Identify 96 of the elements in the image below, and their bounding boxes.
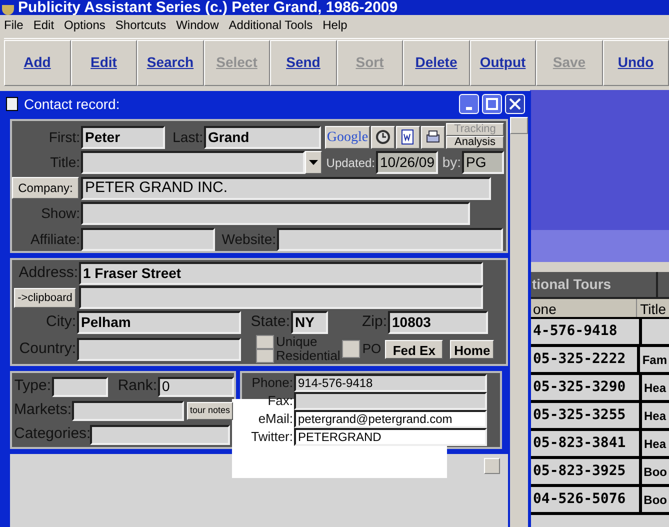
toolbar-button[interactable]: Delete [403,40,470,86]
field-label: by: [441,153,462,172]
menu-item[interactable]: Help [322,16,348,34]
input-field[interactable]: Peter [81,126,165,148]
column-header[interactable]: Title [637,299,669,317]
input-field[interactable]: 1 Fraser Street [79,262,483,286]
field-label: Categories: [14,424,90,444]
field-label: Last: [172,128,204,146]
input-field[interactable]: PETERGRAND [294,428,487,446]
toolbar-button[interactable]: Edit [70,40,137,86]
input-field[interactable]: NY [291,310,328,334]
close-button[interactable] [505,94,525,114]
home-button[interactable]: Home [450,340,494,359]
checkbox[interactable] [256,335,274,350]
menu-item[interactable]: File [4,16,24,34]
table-cell-text: Hea [643,408,668,424]
input-field[interactable]: 0 [158,376,234,396]
tour-notes-button[interactable]: tour notes [187,402,233,420]
window-title: Contact record: [24,94,121,114]
maximize-button[interactable] [482,94,502,114]
clock-icon [375,129,391,145]
document-icon [6,97,18,111]
field-label: Rank: [116,376,158,396]
field-label: Website: [220,230,277,249]
checkbox[interactable] [342,340,360,358]
input-field[interactable] [81,151,305,174]
table-cell-text: Fam [641,352,668,368]
field-label: Country: [18,339,77,360]
input-field[interactable] [77,338,241,361]
input-field[interactable] [81,202,470,226]
field-label: City: [45,312,77,332]
table-cell-text: Hea [643,380,668,396]
input-field[interactable] [79,286,483,310]
app-icon [2,5,14,15]
field-label: Type: [14,376,52,396]
field-label: Phone: [250,375,294,391]
document-icon [400,129,416,145]
input-field[interactable] [277,228,503,251]
menu-item[interactable]: Window [176,16,219,34]
input-field[interactable]: Grand [204,126,321,148]
printer-icon [425,129,441,145]
checkbox-label: Residential [276,349,340,364]
analysis-button[interactable]: Analysis [446,136,504,149]
minimize-button[interactable] [459,94,479,114]
toolbar-button[interactable]: Send [270,40,336,86]
field-label: Title: [49,153,81,172]
field-label: Zip: [360,312,388,332]
company-button[interactable]: Company: [12,177,79,200]
input-field[interactable]: 10803 [388,310,488,334]
fedex-button[interactable]: Fed Ex [385,340,444,359]
input-field[interactable]: 10/26/09 [376,151,438,174]
input-field[interactable] [52,376,108,396]
google-button[interactable]: Google [325,126,370,148]
clipboard-button[interactable]: ->clipboard [14,288,76,308]
input-field[interactable] [90,424,230,444]
window-title: Publicity Assistant Series (c.) Peter Grand, 1986-2009 [18,0,398,15]
checkbox-label: PO [362,342,382,356]
table-cell-text: Boo [642,464,668,480]
toolbar-button[interactable]: Search [137,40,204,86]
menu-item[interactable]: Shortcuts [115,16,166,34]
checkbox[interactable] [256,349,274,364]
input-field[interactable]: PG [462,151,504,174]
toolbar-button[interactable]: Undo [602,40,669,86]
input-field[interactable]: petergrand@petergrand.com [294,410,487,428]
input-field[interactable] [72,400,184,420]
table-cell-text: Hea [643,436,668,452]
close-icon [509,98,521,110]
input-field[interactable]: 914-576-9418 [294,374,487,392]
input-field[interactable]: PETER GRAND INC. [81,176,491,200]
field-label: Updated: [325,154,376,172]
field-label: State: [250,312,291,332]
printer-button[interactable] [421,126,445,148]
scroll-up-button[interactable] [484,458,500,474]
field-label: Address: [18,263,79,284]
table-cell-text: Boo [642,492,668,508]
toolbar-button[interactable]: Output [470,40,536,86]
caret-icon [309,160,318,166]
scroll-up-button[interactable] [510,117,528,134]
input-field[interactable]: Pelham [77,310,241,334]
menu-item[interactable]: Options [64,16,106,34]
checkbox-label: Unique [276,335,318,350]
document-button[interactable] [396,126,420,148]
toolbar-button[interactable]: Add [4,40,70,86]
clock-button[interactable] [371,126,395,148]
field-label: First: [48,128,81,146]
maximize-icon [486,98,498,110]
field-label: Show: [40,204,81,224]
field-label: Affiliate: [29,230,81,249]
input-field[interactable] [81,228,215,251]
menu-item[interactable]: Edit [33,16,54,34]
dropdown-button[interactable] [305,151,322,174]
menu-item[interactable]: Additional Tools [228,16,313,34]
input-field[interactable] [294,392,487,410]
field-label: Markets: [14,400,72,420]
scrollbar[interactable] [510,117,528,527]
minimize-icon [465,106,473,110]
